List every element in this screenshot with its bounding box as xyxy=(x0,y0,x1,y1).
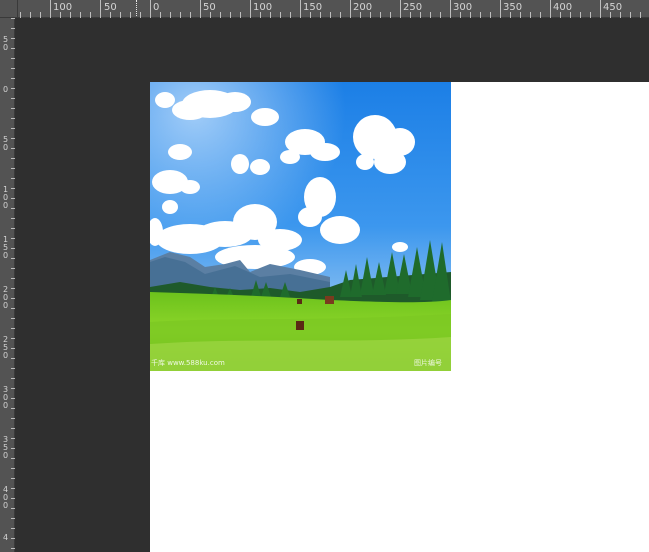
landscape-photo-layer[interactable]: 千库 www.588ku.com 图片编号 xyxy=(150,82,451,371)
ruler-label: 100 xyxy=(253,2,273,13)
hut xyxy=(325,296,334,304)
watermark-text: 千库 www.588ku.com xyxy=(151,359,225,367)
ruler-label: 50 xyxy=(104,2,117,13)
ruler-label: 4 0 0 xyxy=(2,485,9,510)
ruler-label: 150 xyxy=(303,2,323,13)
watermark-text: 图片编号 xyxy=(414,359,442,367)
ruler-label: 1 5 0 xyxy=(2,235,9,260)
ruler-label: 300 xyxy=(453,2,473,13)
ruler-label: 3 0 0 xyxy=(2,385,9,410)
ruler-label: 250 xyxy=(403,2,423,13)
landscape-photo xyxy=(150,82,451,371)
ruler-label: 2 5 0 xyxy=(2,335,9,360)
ruler-label: 50 xyxy=(203,2,216,13)
ruler-label: 100 xyxy=(53,2,73,13)
ruler-label: 200 xyxy=(353,2,373,13)
ruler-label: 450 xyxy=(603,2,623,13)
ruler-label: 400 xyxy=(553,2,573,13)
ruler-label: 350 xyxy=(503,2,523,13)
guide-marker xyxy=(136,0,137,17)
ruler-label: 3 5 0 xyxy=(2,435,9,460)
hut xyxy=(296,321,304,330)
vertical-ruler[interactable]: 5 0 0 5 0 1 0 0 1 5 0 2 0 0 2 5 0 3 0 0 … xyxy=(0,18,15,552)
ruler-label: 2 0 0 xyxy=(2,285,9,310)
ruler-label: 5 0 xyxy=(2,35,9,52)
ruler-label: 0 xyxy=(153,2,160,13)
ruler-label: 5 0 xyxy=(2,135,9,152)
ruler-origin[interactable] xyxy=(0,0,18,18)
horizontal-ruler[interactable]: 100 50 0 50 100 150 200 250 300 350 400 … xyxy=(0,0,649,18)
ruler-label: 0 xyxy=(2,85,9,94)
ruler-label: 4 xyxy=(2,533,9,542)
ruler-label: 1 0 0 xyxy=(2,185,9,210)
hut xyxy=(297,299,302,304)
